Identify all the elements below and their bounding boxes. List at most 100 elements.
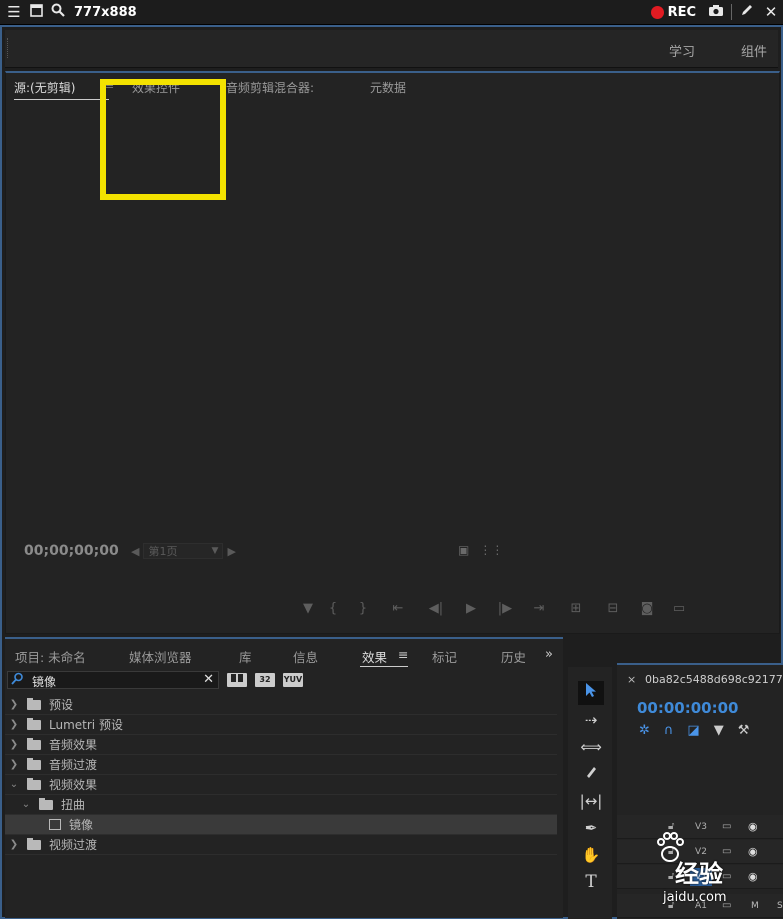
tree-item-audio-effects[interactable]: ❯ 音频效果 bbox=[5, 735, 557, 755]
go-to-out-icon[interactable]: ⇥ bbox=[522, 601, 556, 616]
page-dropdown[interactable]: 第1页 ▼ bbox=[143, 543, 224, 559]
nest-icon[interactable]: ✲ bbox=[639, 723, 650, 738]
tree-item-presets[interactable]: ❯ 预设 bbox=[5, 695, 557, 715]
go-to-in-icon[interactable]: ⇤ bbox=[378, 601, 418, 616]
folder-icon bbox=[27, 757, 41, 770]
export-frame-icon[interactable]: ◙ bbox=[630, 601, 664, 616]
clear-search-icon[interactable]: ✕ bbox=[203, 672, 214, 687]
source-timecode[interactable]: 00;00;00;00 bbox=[24, 543, 119, 559]
chevron-down-icon[interactable]: ⌄ bbox=[19, 799, 33, 810]
solo-button[interactable]: S bbox=[777, 901, 783, 911]
search-icon[interactable] bbox=[50, 3, 66, 21]
pen-icon[interactable] bbox=[735, 3, 759, 21]
pen-tool[interactable]: ✒ bbox=[578, 816, 604, 840]
step-forward-icon[interactable]: |▶ bbox=[488, 601, 522, 616]
workspace-learn[interactable]: 学习 bbox=[669, 41, 695, 60]
premiere-window: 学习 组件 源:(无剪辑) ≡ 效果控件 音频剪辑混合器: 元数据 00;00;… bbox=[0, 25, 783, 919]
safe-margins-icon[interactable]: ▭ bbox=[664, 601, 694, 616]
add-marker-icon[interactable]: ▼ bbox=[714, 723, 724, 738]
tab-project[interactable]: 项目: 未命名 bbox=[15, 647, 86, 666]
folder-icon bbox=[39, 797, 53, 810]
chevron-right-icon[interactable]: ❯ bbox=[7, 719, 21, 730]
tree-item-video-transitions[interactable]: ❯ 视频过渡 bbox=[5, 835, 557, 855]
play-icon[interactable]: ▶ bbox=[454, 601, 488, 616]
tree-item-video-effects[interactable]: ⌄ 视频效果 bbox=[5, 775, 557, 795]
page-selector[interactable]: ◀ 第1页 ▼ ▶ bbox=[131, 543, 236, 559]
yuv-filter-icon[interactable]: YUV bbox=[283, 673, 303, 687]
highlight-box bbox=[100, 79, 226, 200]
tab-audio-clip-mixer[interactable]: 音频剪辑混合器: bbox=[226, 79, 314, 96]
folder-star-icon bbox=[27, 717, 41, 730]
next-page-icon[interactable]: ▶ bbox=[227, 545, 235, 558]
recorder-toolbar: ☰ 777x888 REC ✕ bbox=[0, 0, 783, 25]
drop-frame-icon[interactable]: ▣ bbox=[458, 543, 469, 557]
effects-search-field[interactable]: 镜像 ✕ bbox=[7, 671, 219, 689]
snap-magnet-icon[interactable]: ∩ bbox=[664, 723, 674, 738]
chevron-right-icon[interactable]: ❯ bbox=[7, 759, 21, 770]
overwrite-icon[interactable]: ⊟ bbox=[596, 601, 630, 616]
tree-item-label: Lumetri 预设 bbox=[49, 718, 123, 732]
wrench-icon[interactable]: ⚒ bbox=[738, 723, 750, 738]
tab-markers[interactable]: 标记 bbox=[432, 647, 457, 666]
tab-history[interactable]: 历史 bbox=[501, 647, 525, 666]
effect-icon bbox=[49, 819, 61, 830]
32bit-filter-icon[interactable]: 32 bbox=[255, 673, 275, 687]
tree-item-label: 音频过渡 bbox=[49, 758, 98, 772]
effects-menu-icon[interactable]: ≡ bbox=[398, 647, 408, 662]
camera-icon[interactable] bbox=[704, 3, 728, 21]
tab-source[interactable]: 源:(无剪辑) bbox=[14, 79, 75, 96]
prev-page-icon[interactable]: ◀ bbox=[131, 545, 139, 558]
effects-panel: 项目: 未命名 媒体浏览器 库 信息 效果 ≡ 标记 历史 » 镜像 ✕ 32 … bbox=[5, 637, 563, 918]
chevron-right-icon[interactable]: ❯ bbox=[7, 739, 21, 750]
page-label: 第1页 bbox=[148, 545, 178, 558]
add-marker-icon[interactable]: ▼ bbox=[298, 601, 318, 616]
mark-out-icon[interactable]: } bbox=[348, 601, 378, 616]
chevron-right-icon[interactable]: ❯ bbox=[7, 839, 21, 850]
folder-icon bbox=[27, 737, 41, 750]
tab-info[interactable]: 信息 bbox=[293, 647, 318, 666]
insert-icon[interactable]: ⊞ bbox=[556, 601, 596, 616]
step-back-icon[interactable]: ◀| bbox=[418, 601, 454, 616]
close-sequence-icon[interactable]: × bbox=[627, 673, 636, 686]
timeline-timecode[interactable]: 00:00:00:00 bbox=[637, 699, 739, 717]
panel-grip[interactable] bbox=[7, 38, 10, 58]
selection-tool[interactable] bbox=[578, 681, 604, 705]
workspace-assembly[interactable]: 组件 bbox=[741, 41, 767, 60]
accelerated-effects-filter-icon[interactable] bbox=[227, 673, 247, 687]
mark-in-icon[interactable]: { bbox=[318, 601, 348, 616]
ripple-edit-tool[interactable]: ⟺ bbox=[578, 735, 604, 759]
chevron-down-icon[interactable]: ⌄ bbox=[7, 779, 21, 790]
tree-item-label: 视频过渡 bbox=[49, 838, 98, 852]
tree-item-label: 镜像 bbox=[69, 818, 94, 832]
tree-item-audio-transitions[interactable]: ❯ 音频过渡 bbox=[5, 755, 557, 775]
effects-search-input[interactable]: 镜像 bbox=[32, 673, 56, 690]
effects-tree: ❯ 预设 ❯ Lumetri 预设 ❯ 音频效果 ❯ 音频过渡 ⌄ 视频效果 ⌄… bbox=[5, 695, 557, 855]
rec-button[interactable]: REC bbox=[650, 5, 696, 20]
chevron-right-icon[interactable]: ❯ bbox=[7, 699, 21, 710]
tree-item-mirror[interactable]: 镜像 bbox=[5, 815, 557, 835]
tools-panel: ⇢ ⟺ |↔| ✒ ✋ T bbox=[568, 667, 612, 919]
panel-overflow-icon[interactable]: » bbox=[545, 647, 553, 662]
active-tab-underline bbox=[14, 99, 109, 100]
slip-tool[interactable]: |↔| bbox=[578, 789, 604, 813]
record-dot-icon bbox=[650, 5, 664, 19]
linked-selection-icon[interactable]: ◪ bbox=[687, 723, 699, 738]
hand-tool[interactable]: ✋ bbox=[578, 843, 604, 867]
tree-item-label: 预设 bbox=[49, 698, 74, 712]
razor-tool[interactable] bbox=[578, 762, 604, 786]
tree-item-distort[interactable]: ⌄ 扭曲 bbox=[5, 795, 557, 815]
toolbar-divider bbox=[731, 4, 732, 20]
tab-effects[interactable]: 效果 bbox=[362, 647, 387, 666]
tab-media-browser[interactable]: 媒体浏览器 bbox=[129, 647, 192, 666]
audio-waveform-icon[interactable]: ⋮⋮ bbox=[479, 543, 503, 557]
track-select-tool[interactable]: ⇢ bbox=[578, 708, 604, 732]
type-tool[interactable]: T bbox=[578, 870, 604, 894]
tree-item-lumetri-presets[interactable]: ❯ Lumetri 预设 bbox=[5, 715, 557, 735]
watermark: 经验 jaidu.com bbox=[655, 830, 765, 916]
sequence-tab[interactable]: 0ba82c5488d698c921771c08 bbox=[645, 673, 783, 686]
close-icon[interactable]: ✕ bbox=[759, 3, 783, 21]
window-icon[interactable] bbox=[28, 3, 44, 21]
tab-metadata[interactable]: 元数据 bbox=[370, 79, 406, 96]
menu-icon[interactable]: ☰ bbox=[6, 3, 22, 21]
tab-libraries[interactable]: 库 bbox=[239, 647, 252, 666]
